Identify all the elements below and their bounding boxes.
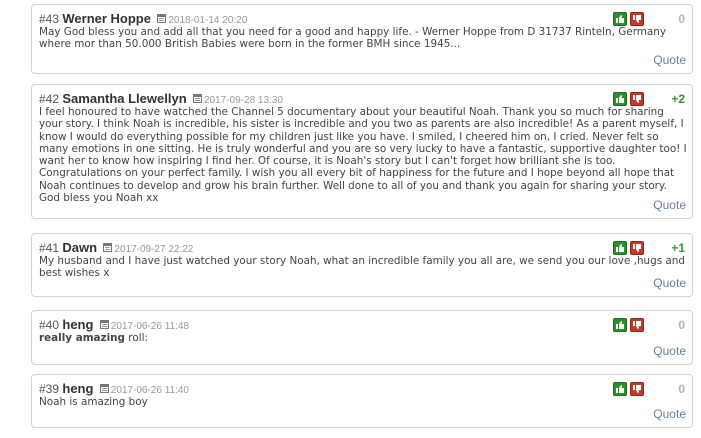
comment-item: #43 Werner Hoppe 2018-01-14 20:20 0 May …: [31, 4, 693, 74]
comment-header: #39 heng 2017-06-26 11:40: [39, 381, 189, 397]
thumbs-down-icon: [633, 15, 641, 23]
comment-text: really amazing roll:: [39, 332, 687, 344]
comment-text-plain: roll:: [125, 332, 148, 344]
comment-item: #39 heng 2017-06-26 11:40 0 Noah is amaz…: [31, 374, 693, 428]
calendar-icon: [103, 243, 113, 252]
comment-text: My husband and I have just watched your …: [39, 255, 685, 280]
comment-item: #42 Samantha Llewellyn 2017-09-28 13:30 …: [31, 84, 693, 219]
comment-score: 0: [678, 382, 685, 396]
comment-author[interactable]: Werner Hoppe: [62, 11, 151, 26]
comment-score: +2: [671, 92, 685, 106]
vote-down-button[interactable]: [630, 12, 644, 26]
quote-link[interactable]: Quote: [653, 53, 686, 67]
vote-down-button[interactable]: [630, 318, 644, 332]
comment-score: +1: [671, 241, 685, 255]
comment-number: #43: [39, 12, 60, 26]
comment-date: 2017-09-27 22:22: [114, 244, 194, 255]
comment-text: I feel honoured to have watched the Chan…: [39, 106, 687, 205]
vote-up-button[interactable]: [613, 318, 627, 332]
comment-author[interactable]: heng: [62, 317, 93, 332]
quote-link[interactable]: Quote: [653, 407, 686, 421]
comment-author[interactable]: Dawn: [62, 240, 97, 255]
calendar-icon: [192, 94, 202, 103]
comment-header: #43 Werner Hoppe 2018-01-14 20:20: [39, 11, 247, 27]
comment-text: May God bless you and add all that you n…: [39, 26, 667, 51]
comment-header: #42 Samantha Llewellyn 2017-09-28 13:30: [39, 91, 283, 107]
comment-item: #41 Dawn 2017-09-27 22:22 +1 My husband …: [31, 233, 693, 297]
comment-number: #39: [39, 382, 60, 396]
comment-text-bold: really amazing: [39, 332, 125, 344]
comment-number: #41: [39, 241, 60, 255]
vote-up-button[interactable]: [613, 92, 627, 106]
thumbs-up-icon: [616, 15, 624, 23]
calendar-icon: [157, 14, 167, 23]
thumbs-up-icon: [616, 385, 624, 393]
comment-date: 2017-06-26 11:48: [110, 321, 189, 332]
thumbs-down-icon: [633, 244, 641, 252]
thumbs-up-icon: [616, 244, 624, 252]
vote-down-button[interactable]: [630, 382, 644, 396]
vote-down-button[interactable]: [630, 92, 644, 106]
vote-up-button[interactable]: [613, 12, 627, 26]
quote-link[interactable]: Quote: [653, 344, 686, 358]
comment-text: Noah is amazing boy: [39, 396, 148, 408]
comment-number: #42: [39, 92, 60, 106]
comment-list: #43 Werner Hoppe 2018-01-14 20:20 0 May …: [0, 0, 701, 438]
thumbs-down-icon: [633, 95, 641, 103]
vote-down-button[interactable]: [630, 241, 644, 255]
vote-up-button[interactable]: [613, 241, 627, 255]
vote-up-button[interactable]: [613, 382, 627, 396]
comment-item: #40 heng 2017-06-26 11:48 0 really amazi…: [31, 310, 693, 365]
thumbs-up-icon: [616, 95, 624, 103]
quote-link[interactable]: Quote: [653, 276, 686, 290]
comment-author[interactable]: Samantha Llewellyn: [62, 91, 186, 106]
comment-author[interactable]: heng: [62, 381, 93, 396]
thumbs-down-icon: [633, 385, 641, 393]
comment-score: 0: [678, 318, 685, 332]
comment-date: 2017-06-26 11:40: [110, 385, 189, 396]
comment-date: 2017-09-28 13:30: [203, 95, 283, 106]
calendar-icon: [99, 384, 109, 393]
calendar-icon: [99, 320, 109, 329]
thumbs-up-icon: [616, 321, 624, 329]
comment-score: 0: [678, 12, 685, 26]
comment-number: #40: [39, 318, 60, 332]
comment-header: #40 heng 2017-06-26 11:48: [39, 317, 189, 333]
comment-date: 2018-01-14 20:20: [168, 15, 248, 26]
quote-link[interactable]: Quote: [653, 198, 686, 212]
thumbs-down-icon: [633, 321, 641, 329]
comment-header: #41 Dawn 2017-09-27 22:22: [39, 240, 193, 256]
